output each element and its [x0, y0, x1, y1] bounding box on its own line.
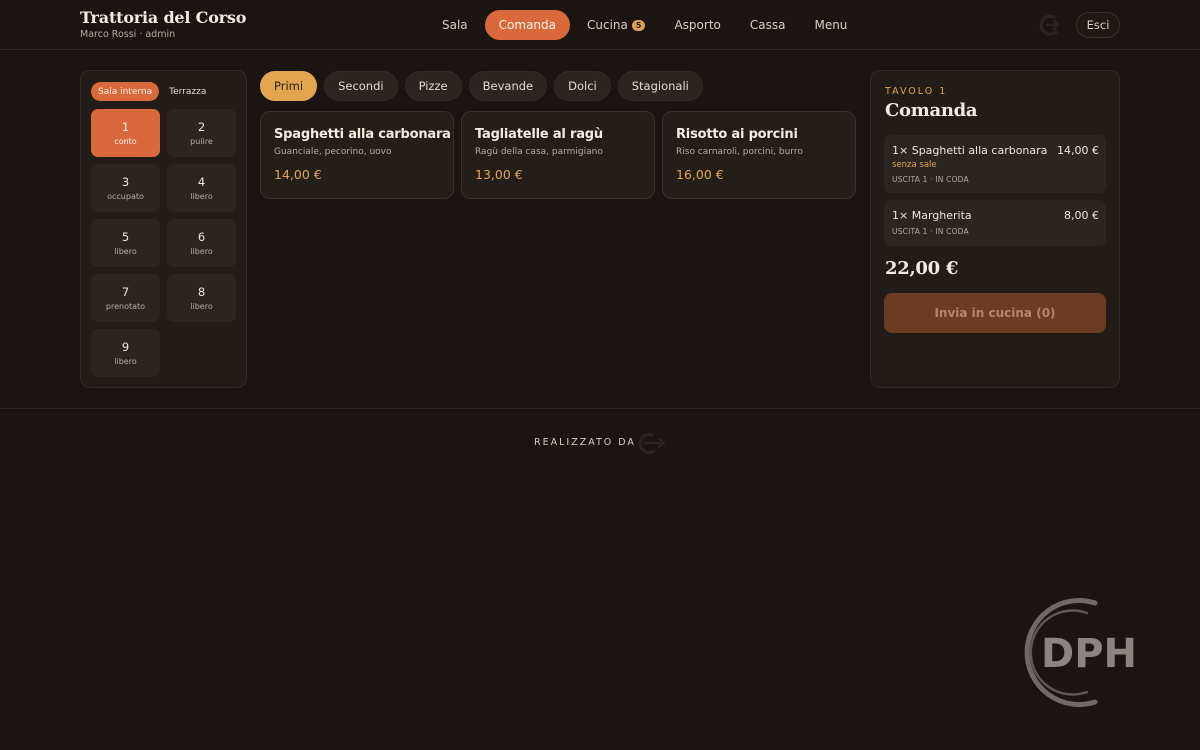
category-stagionali[interactable]: Stagionali — [617, 71, 703, 101]
order-title: Comanda — [885, 100, 978, 121]
table-status: occupato — [107, 191, 144, 201]
dish-card-risotto[interactable]: Risotto ai porcini Riso carnaroli, porci… — [662, 111, 856, 199]
dish-card-tagliatelle[interactable]: Tagliatelle al ragù Ragù della casa, par… — [461, 111, 655, 199]
table-status: libero — [190, 301, 213, 311]
table-status: pulire — [190, 136, 213, 146]
logout-button[interactable]: Esci — [1076, 12, 1120, 38]
table-status: prenotato — [105, 301, 146, 311]
brand-logo-icon — [1039, 14, 1060, 36]
category-primi[interactable]: Primi — [260, 71, 318, 101]
dish-name: Spaghetti alla carbonara — [274, 127, 451, 142]
table-tile-9[interactable]: 9 libero — [91, 329, 160, 377]
cucina-count-badge: 5 — [631, 19, 646, 31]
table-tile-2[interactable]: 2 pulire — [167, 109, 236, 157]
watermark-text: DPH — [1041, 631, 1137, 677]
table-number: 6 — [197, 229, 206, 244]
order-panel: TAVOLO 1 Comanda 1× Spaghetti alla carbo… — [870, 70, 1120, 388]
dish-card-carbonara[interactable]: Spaghetti alla carbonara Guanciale, peco… — [260, 111, 454, 199]
order-item-status: USCITA 1 · IN CODA — [892, 175, 969, 184]
brand: Trattoria del Corso Marco Rossi · admin — [80, 8, 246, 41]
order-item-price: 14,00 € — [1057, 144, 1099, 157]
order-item-name: 1× Margherita — [892, 209, 972, 222]
nav-comanda[interactable]: Comanda — [484, 10, 571, 40]
table-tile-5[interactable]: 5 libero — [91, 219, 160, 267]
nav-asporto-label: Asporto — [674, 18, 721, 32]
dph-watermark-logo: DPH — [1024, 598, 1137, 707]
footer-divider — [0, 408, 1200, 409]
table-status: libero — [190, 191, 213, 201]
nav-cassa[interactable]: Cassa — [738, 10, 798, 40]
table-number: 3 — [121, 174, 130, 189]
table-number: 9 — [121, 339, 130, 354]
dish-price: 14,00 € — [274, 167, 322, 182]
table-status: libero — [190, 246, 213, 256]
category-tabs: Primi Secondi Pizze Bevande Dolci Stagio… — [260, 71, 703, 101]
category-secondi[interactable]: Secondi — [324, 71, 398, 101]
order-item-margherita[interactable]: 1× Margherita 8,00 € USCITA 1 · IN CODA — [884, 200, 1106, 246]
nav-menu-label: Menu — [814, 18, 848, 32]
table-number: 4 — [197, 174, 206, 189]
category-dolci[interactable]: Dolci — [554, 71, 611, 101]
tab-sala-interna[interactable]: Sala interna — [91, 82, 160, 101]
nav-cassa-label: Cassa — [749, 18, 786, 32]
order-total: 22,00 € — [885, 258, 959, 279]
nav-asporto[interactable]: Asporto — [662, 10, 732, 40]
dish-description: Guanciale, pecorino, uovo — [274, 147, 392, 157]
nav-sala-label: Sala — [442, 18, 468, 32]
order-item-name: 1× Spaghetti alla carbonara — [892, 144, 1048, 157]
dish-price: 13,00 € — [475, 167, 523, 182]
table-number: 1 — [121, 119, 130, 134]
table-tile-1[interactable]: 1 conto — [91, 109, 160, 157]
dish-price: 16,00 € — [676, 167, 724, 182]
table-tile-4[interactable]: 4 libero — [167, 164, 236, 212]
table-tile-7[interactable]: 7 prenotato — [91, 274, 160, 322]
table-status: conto — [114, 136, 137, 146]
footer-brand-logo-icon — [638, 433, 666, 454]
tables-panel: Sala interna Terrazza 1 conto 2 pulire 3… — [80, 70, 247, 388]
nav-cucina-label: Cucina — [587, 18, 628, 32]
room-tabs: Sala interna Terrazza — [91, 82, 213, 101]
footer-credit: REALIZZATO DA — [534, 437, 636, 448]
table-status: libero — [114, 356, 137, 366]
main-nav: Sala Comanda Cucina 5 Asporto Cassa Menu — [430, 10, 864, 40]
table-number: 2 — [197, 119, 206, 134]
order-item-note: senza sale — [892, 160, 937, 170]
restaurant-name: Trattoria del Corso — [80, 8, 247, 27]
order-item-price: 8,00 € — [1064, 209, 1099, 222]
table-number: 8 — [197, 284, 206, 299]
table-status: libero — [114, 246, 137, 256]
nav-cucina[interactable]: Cucina 5 — [575, 10, 657, 40]
dish-name: Tagliatelle al ragù — [475, 127, 603, 142]
table-tile-8[interactable]: 8 libero — [167, 274, 236, 322]
order-table-label: TAVOLO 1 — [885, 86, 948, 97]
nav-comanda-label: Comanda — [498, 18, 557, 32]
app-header: Trattoria del Corso Marco Rossi · admin … — [0, 0, 1200, 50]
table-tile-6[interactable]: 6 libero — [167, 219, 236, 267]
table-tile-3[interactable]: 3 occupato — [91, 164, 160, 212]
order-item-status: USCITA 1 · IN CODA — [892, 227, 969, 236]
nav-menu[interactable]: Menu — [802, 10, 859, 40]
dish-description: Ragù della casa, parmigiano — [475, 147, 603, 157]
tab-terrazza[interactable]: Terrazza — [162, 82, 213, 101]
order-item-carbonara[interactable]: 1× Spaghetti alla carbonara 14,00 € senz… — [884, 135, 1106, 193]
dish-description: Riso carnaroli, porcini, burro — [676, 147, 803, 157]
table-number: 7 — [121, 284, 130, 299]
table-number: 5 — [121, 229, 130, 244]
dish-name: Risotto ai porcini — [676, 127, 798, 142]
category-pizze[interactable]: Pizze — [404, 71, 462, 101]
user-info: Marco Rossi · admin — [80, 29, 176, 40]
category-bevande[interactable]: Bevande — [468, 71, 548, 101]
nav-sala[interactable]: Sala — [430, 10, 480, 40]
table-grid: 1 conto 2 pulire 3 occupato 4 libero 5 l… — [91, 109, 236, 377]
send-to-kitchen-button[interactable]: Invia in cucina (0) — [884, 293, 1106, 333]
